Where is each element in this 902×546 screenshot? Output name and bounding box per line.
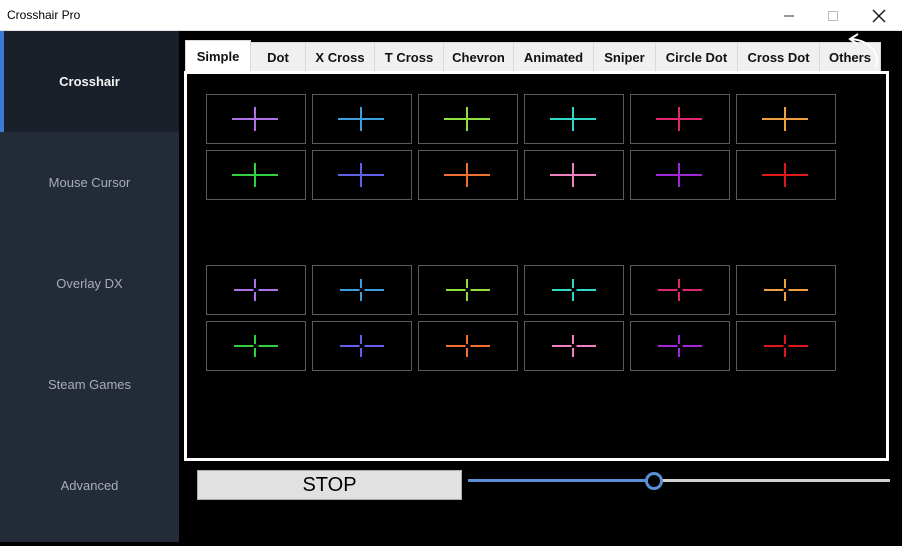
crosshair-icon <box>360 107 362 131</box>
main-content: Simple Dot X Cross T Cross Chevron Anima… <box>179 31 902 542</box>
maximize-icon <box>828 10 838 21</box>
crosshair-option[interactable] <box>312 150 412 200</box>
sidebar-item-crosshair[interactable]: Crosshair <box>0 31 179 132</box>
minimize-button[interactable] <box>766 0 812 31</box>
crosshair-icon <box>254 335 256 357</box>
crosshair-icon <box>764 345 808 347</box>
crosshair-icon <box>466 279 468 301</box>
crosshair-icon <box>784 335 786 357</box>
crosshair-option[interactable] <box>524 150 624 200</box>
crosshair-icon <box>254 163 256 187</box>
crosshair-icon <box>552 345 596 347</box>
sidebar-item-label: Mouse Cursor <box>48 175 131 190</box>
tab-dot[interactable]: Dot <box>251 42 306 72</box>
crosshair-icon <box>360 163 362 187</box>
tab-x-cross[interactable]: X Cross <box>306 42 375 72</box>
crosshair-option[interactable] <box>630 94 730 144</box>
tab-circle-dot[interactable]: Circle Dot <box>656 42 738 72</box>
crosshair-option[interactable] <box>630 265 730 315</box>
crosshair-icon <box>254 279 256 301</box>
sidebar-item-steam-games[interactable]: Steam Games <box>0 334 179 435</box>
curved-arrow-icon <box>848 33 878 68</box>
crosshair-icon <box>572 163 574 187</box>
crosshair-icon <box>466 107 468 131</box>
crosshair-icon <box>572 335 574 357</box>
crosshair-option[interactable] <box>312 265 412 315</box>
crosshair-icon <box>446 289 490 291</box>
crosshair-option[interactable] <box>630 150 730 200</box>
sidebar: Crosshair Mouse Cursor Overlay DX Steam … <box>0 31 179 542</box>
crosshair-option[interactable] <box>736 94 836 144</box>
tab-cross-dot[interactable]: Cross Dot <box>738 42 820 72</box>
crosshair-icon <box>552 289 596 291</box>
tab-chevron[interactable]: Chevron <box>444 42 514 72</box>
sidebar-item-label: Steam Games <box>47 377 132 392</box>
sidebar-item-label: Crosshair <box>59 74 120 89</box>
crosshair-icon <box>678 335 680 357</box>
maximize-button[interactable] <box>810 0 856 31</box>
title-bar: Crosshair Pro <box>0 0 902 31</box>
crosshair-option[interactable] <box>206 321 306 371</box>
crosshair-option[interactable] <box>418 321 518 371</box>
crosshair-icon <box>572 107 574 131</box>
window-title: Crosshair Pro <box>7 8 81 22</box>
crosshair-icon <box>466 335 468 357</box>
crosshair-option[interactable] <box>524 94 624 144</box>
close-button[interactable] <box>856 0 902 31</box>
crosshair-icon <box>234 345 278 347</box>
crosshair-icon <box>658 289 702 291</box>
sidebar-item-label: Advanced <box>60 478 119 493</box>
crosshair-option[interactable] <box>736 321 836 371</box>
sidebar-item-label: Overlay DX <box>56 276 123 291</box>
crosshair-option[interactable] <box>524 265 624 315</box>
crosshair-option[interactable] <box>524 321 624 371</box>
crosshair-icon <box>764 289 808 291</box>
crosshair-option[interactable] <box>736 265 836 315</box>
crosshair-icon <box>254 107 256 131</box>
tab-animated[interactable]: Animated <box>514 42 594 72</box>
sidebar-item-advanced[interactable]: Advanced <box>0 435 179 536</box>
crosshair-grid-panel <box>184 71 889 461</box>
sidebar-item-overlay-dx[interactable]: Overlay DX <box>0 233 179 334</box>
crosshair-icon <box>784 163 786 187</box>
tab-bar: Simple Dot X Cross T Cross Chevron Anima… <box>185 40 881 72</box>
crosshair-icon <box>678 163 680 187</box>
crosshair-icon <box>678 279 680 301</box>
crosshair-icon <box>360 279 362 301</box>
crosshair-icon <box>658 345 702 347</box>
crosshair-option[interactable] <box>418 150 518 200</box>
crosshair-option[interactable] <box>312 321 412 371</box>
crosshair-icon <box>784 107 786 131</box>
crosshair-option[interactable] <box>736 150 836 200</box>
slider-thumb[interactable] <box>644 472 663 490</box>
sidebar-item-mouse-cursor[interactable]: Mouse Cursor <box>0 132 179 233</box>
tab-t-cross[interactable]: T Cross <box>375 42 444 72</box>
crosshair-icon <box>340 345 384 347</box>
crosshair-option[interactable] <box>630 321 730 371</box>
tab-simple[interactable]: Simple <box>185 40 251 72</box>
stop-button[interactable]: STOP <box>197 470 462 500</box>
crosshair-icon <box>466 163 468 187</box>
crosshair-option[interactable] <box>206 94 306 144</box>
tab-sniper[interactable]: Sniper <box>594 42 656 72</box>
crosshair-icon <box>340 289 384 291</box>
crosshair-icon <box>360 335 362 357</box>
crosshair-option[interactable] <box>206 265 306 315</box>
crosshair-option[interactable] <box>312 94 412 144</box>
minimize-icon <box>784 15 794 16</box>
crosshair-option[interactable] <box>418 265 518 315</box>
crosshair-option[interactable] <box>418 94 518 144</box>
close-icon <box>872 9 886 22</box>
crosshair-option[interactable] <box>206 150 306 200</box>
crosshair-icon <box>234 289 278 291</box>
crosshair-icon <box>572 279 574 301</box>
crosshair-icon <box>446 345 490 347</box>
slider-fill <box>468 479 654 482</box>
size-slider[interactable] <box>468 471 890 491</box>
crosshair-icon <box>784 279 786 301</box>
crosshair-icon <box>678 107 680 131</box>
